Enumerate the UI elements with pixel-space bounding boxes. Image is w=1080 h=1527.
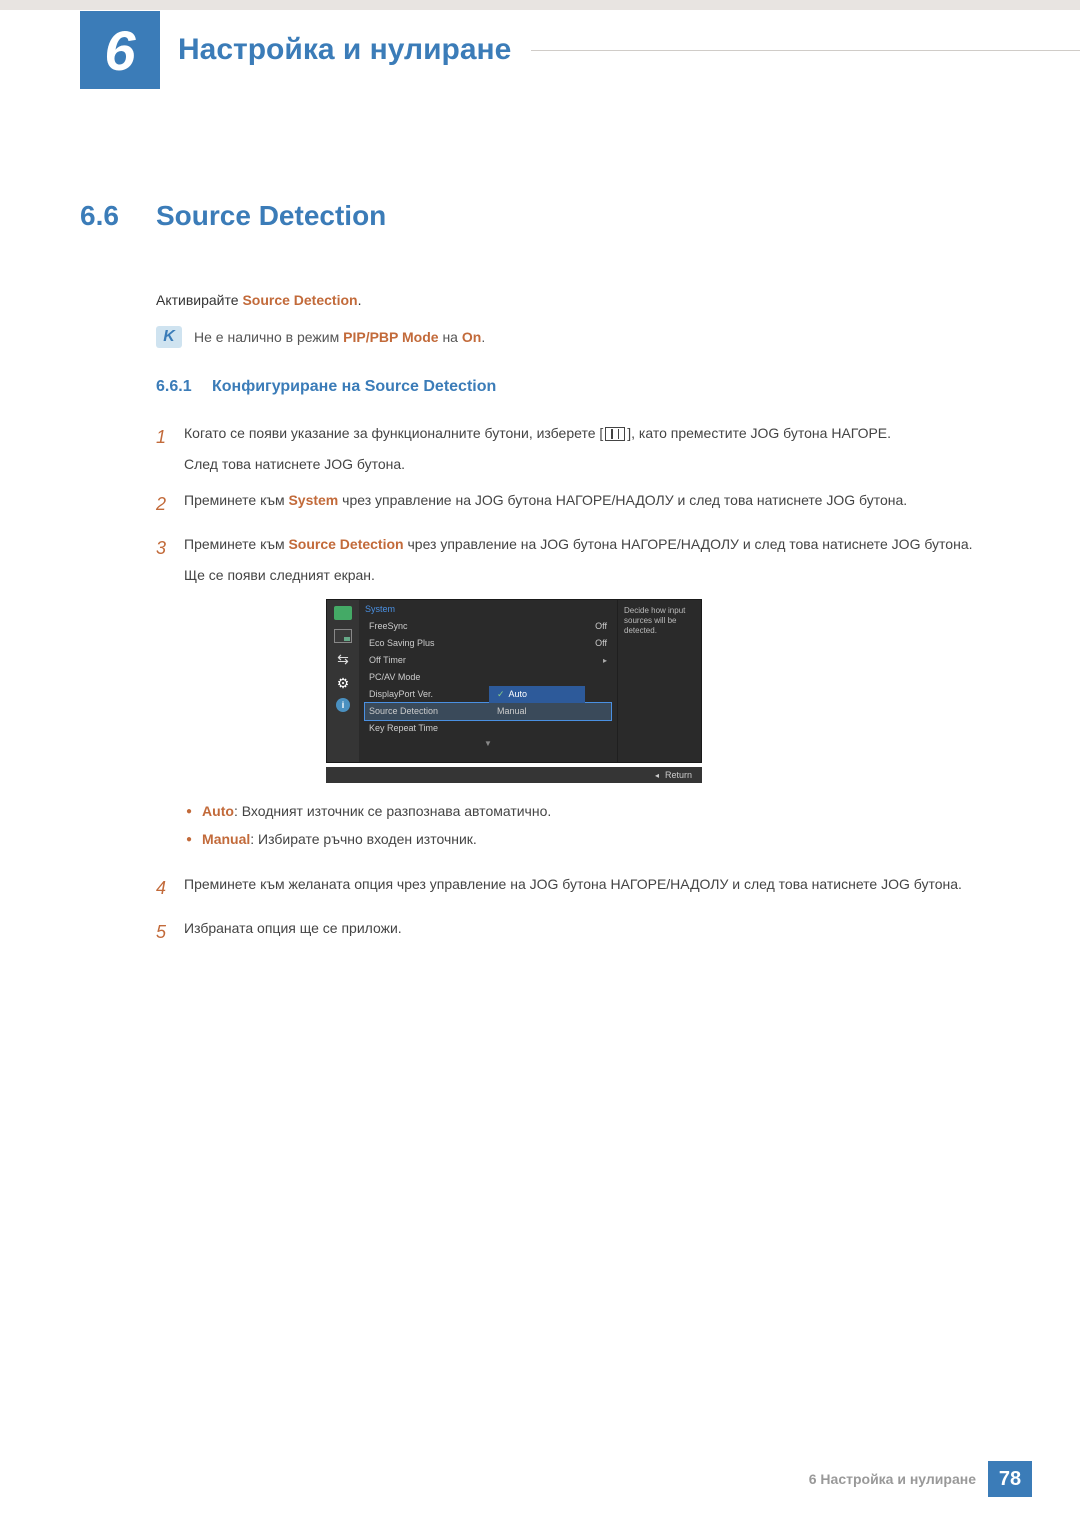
page-content: 6.6 Source Detection Активирайте Source …: [0, 200, 1080, 949]
osd-item-freesync: FreeSync Off: [365, 618, 611, 635]
step-1-t3: След това натиснете JOG бутона.: [184, 451, 1000, 478]
check-icon: ✓: [497, 689, 505, 700]
step-2-body: Преминете към System чрез управление на …: [184, 487, 1000, 521]
back-icon: ◂: [655, 771, 659, 780]
note-orange-1: PIP/PBP Mode: [343, 329, 438, 345]
step-4-num: 4: [156, 871, 184, 905]
section-number: 6.6: [80, 200, 156, 232]
osd-menu-title: System: [365, 604, 611, 614]
step-3-t2: чрез управление на JOG бутона НАГОРЕ/НАД…: [404, 536, 973, 552]
step-3-body: Преминете към Source Detection чрез упра…: [184, 531, 1000, 588]
note-suffix: .: [481, 329, 485, 345]
step-5-num: 5: [156, 915, 184, 949]
step-3: 3 Преминете към Source Detection чрез уп…: [156, 531, 1000, 588]
osd-panel: ⇆ ⚙ i System FreeSync Off Eco Saving Plu…: [326, 599, 702, 763]
bullet-auto: ● Auto: Входният източник се разпознава а…: [186, 797, 1000, 825]
bullet-manual-text: : Избирате ръчно входен източник.: [250, 831, 477, 847]
osd-eco-label: Eco Saving Plus: [369, 638, 435, 648]
step-4: 4 Преминете към желаната опция чрез упра…: [156, 871, 1000, 905]
chapter-number-badge: 6: [80, 11, 160, 89]
step-2-t2: чрез управление на JOG бутона НАГОРЕ/НАД…: [338, 492, 907, 508]
subsection-number: 6.6.1: [156, 378, 212, 396]
osd-submenu-auto-label: Auto: [509, 689, 528, 699]
osd-item-offtimer: Off Timer ▸: [365, 652, 611, 669]
step-1-num: 1: [156, 420, 184, 477]
osd-onscreen-icon: ⇆: [334, 652, 352, 666]
osd-pcav-label: PC/AV Mode: [369, 672, 420, 682]
osd-system-icon: ⚙: [334, 675, 352, 689]
option-bullets: ● Auto: Входният източник се разпознава а…: [186, 797, 1000, 853]
note-orange-2: On: [462, 329, 481, 345]
step-2: 2 Преминете към System чрез управление н…: [156, 487, 1000, 521]
step-4-body: Преминете към желаната опция чрез управл…: [184, 871, 1000, 905]
osd-item-eco: Eco Saving Plus Off: [365, 635, 611, 652]
step-1-t2: ], като преместите JOG бутона НАГОРЕ.: [627, 425, 891, 441]
step-2-num: 2: [156, 487, 184, 521]
section-heading: 6.6 Source Detection: [80, 200, 1000, 232]
step-list: 1 Когато се появи указание за функционал…: [156, 420, 1000, 949]
step-1: 1 Когато се появи указание за функционал…: [156, 420, 1000, 477]
menu-icon: [605, 427, 625, 441]
bullet-manual: ● Manual: Избирате ръчно входен източник.: [186, 825, 1000, 853]
osd-sidebar: ⇆ ⚙ i: [327, 600, 359, 762]
bullet-dot-icon: ●: [186, 834, 192, 845]
osd-description: Decide how input sources will be detecte…: [617, 600, 701, 762]
osd-offtimer-label: Off Timer: [369, 655, 406, 665]
osd-item-pcav: PC/AV Mode: [365, 669, 611, 686]
intro-bold: Source Detection: [242, 292, 357, 308]
step-5-body: Избраната опция ще се приложи.: [184, 915, 1000, 949]
osd-submenu-manual-label: Manual: [497, 706, 527, 716]
intro-suffix: .: [358, 292, 362, 308]
note-prefix: Не е налично в режим: [194, 329, 343, 345]
osd-pip-icon: [334, 629, 352, 643]
step-3-t1: Преминете към: [184, 536, 288, 552]
section-body: Активирайте Source Detection. K Не е нал…: [156, 292, 1000, 949]
note-text: Не е налично в режим PIP/PBP Mode на On.: [194, 329, 485, 345]
header-divider: [531, 50, 1080, 51]
osd-return-bar: ◂ Return: [326, 767, 702, 783]
bullet-dot-icon: ●: [186, 806, 192, 817]
step-3-num: 3: [156, 531, 184, 588]
footer-chapter-text: 6 Настройка и нулиране: [809, 1471, 976, 1487]
note-row: K Не е налично в режим PIP/PBP Mode на O…: [156, 326, 1000, 348]
section-title: Source Detection: [156, 200, 386, 232]
bullet-auto-text: : Входният източник се разпознава автома…: [234, 803, 551, 819]
step-1-t1: Когато се появи указание за функционални…: [184, 425, 603, 441]
step-1-body: Когато се появи указание за функционални…: [184, 420, 1000, 477]
subsection-heading: 6.6.1 Конфигуриране на Source Detection: [156, 378, 1000, 396]
chapter-title: Настройка и нулиране: [178, 33, 511, 67]
osd-submenu: ✓ Auto Manual: [489, 686, 585, 720]
page-footer: 6 Настройка и нулиране 78: [809, 1461, 1032, 1497]
osd-freesync-label: FreeSync: [369, 621, 408, 631]
osd-offtimer-arrow: ▸: [603, 656, 607, 665]
subsection-title: Конфигуриране на Source Detection: [212, 378, 496, 396]
osd-source-label: Source Detection: [369, 706, 438, 716]
osd-submenu-auto: ✓ Auto: [489, 686, 585, 703]
osd-eco-value: Off: [595, 638, 607, 648]
osd-dpver-label: DisplayPort Ver.: [369, 689, 433, 699]
osd-return-label: Return: [665, 770, 692, 780]
osd-keyrepeat-label: Key Repeat Time: [369, 723, 438, 733]
step-5: 5 Избраната опция ще се приложи.: [156, 915, 1000, 949]
osd-picture-icon: [334, 606, 352, 620]
osd-scroll-down-icon: ▼: [365, 739, 611, 748]
step-3-orange: Source Detection: [288, 536, 403, 552]
osd-item-keyrepeat: Key Repeat Time: [365, 720, 611, 737]
osd-main: System FreeSync Off Eco Saving Plus Off …: [359, 600, 617, 762]
intro-text: Активирайте Source Detection.: [156, 292, 1000, 308]
step-2-orange: System: [288, 492, 338, 508]
chapter-header: 6 Настройка и нулиране: [0, 10, 1080, 90]
intro-prefix: Активирайте: [156, 292, 242, 308]
osd-submenu-manual: Manual: [489, 703, 585, 720]
step-2-t1: Преминете към: [184, 492, 288, 508]
osd-freesync-value: Off: [595, 621, 607, 631]
step-3-t3: Ще се появи следният екран.: [184, 562, 1000, 589]
note-icon: K: [156, 326, 182, 348]
footer-page-number: 78: [988, 1461, 1032, 1497]
bullet-auto-label: Auto: [202, 803, 234, 819]
bullet-manual-label: Manual: [202, 831, 250, 847]
top-border: [0, 0, 1080, 10]
osd-info-icon: i: [336, 698, 350, 712]
note-mid: на: [439, 329, 462, 345]
